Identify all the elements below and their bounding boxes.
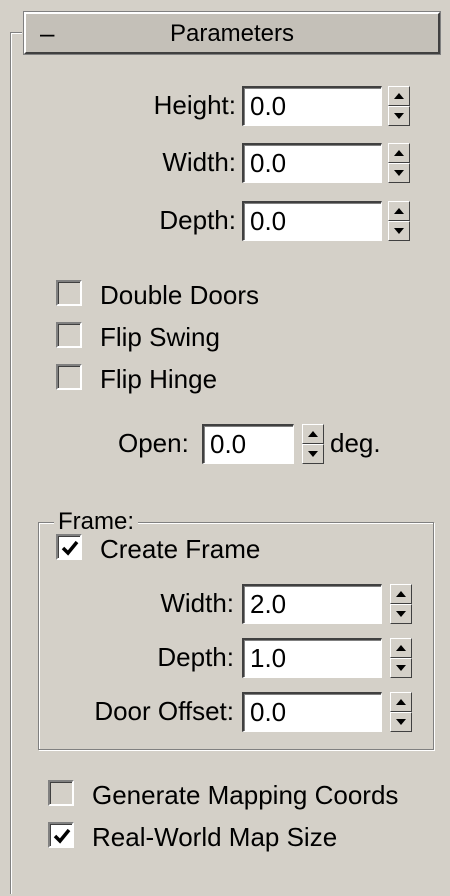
triangle-down-icon (396, 665, 406, 671)
create-frame-label[interactable]: Create Frame (100, 534, 260, 564)
spinner-up-button[interactable] (390, 638, 412, 658)
triangle-up-icon (394, 93, 404, 99)
spinner-up-button[interactable] (388, 201, 410, 221)
create-frame-checkbox[interactable] (56, 534, 82, 560)
double-doors-label[interactable]: Double Doors (100, 280, 259, 310)
frame-depth-spinner[interactable] (390, 638, 412, 678)
spinner-down-button[interactable] (302, 444, 324, 464)
height-field[interactable] (242, 86, 382, 126)
spinner-up-button[interactable] (390, 692, 412, 712)
door-offset-spinner[interactable] (390, 692, 412, 732)
flip-hinge-checkbox[interactable] (56, 364, 82, 390)
open-spinner[interactable] (302, 424, 324, 464)
triangle-down-icon (396, 719, 406, 725)
spinner-up-button[interactable] (388, 143, 410, 163)
frame-width-label: Width: (160, 588, 234, 618)
frame-width-spinner[interactable] (390, 584, 412, 624)
width-label: Width: (162, 147, 236, 177)
double-doors-checkbox[interactable] (56, 280, 82, 306)
spinner-down-button[interactable] (388, 106, 410, 126)
flip-swing-checkbox[interactable] (56, 322, 82, 348)
rollout-header-parameters[interactable]: – Parameters (23, 11, 441, 55)
triangle-up-icon (396, 591, 406, 597)
spinner-down-button[interactable] (390, 658, 412, 678)
flip-hinge-label[interactable]: Flip Hinge (100, 364, 217, 394)
triangle-up-icon (394, 150, 404, 156)
real-world-map-size-label[interactable]: Real-World Map Size (92, 822, 337, 852)
frame-depth-label: Depth: (157, 642, 234, 672)
triangle-up-icon (308, 431, 318, 437)
checkmark-icon (61, 540, 79, 556)
door-offset-label: Door Offset: (94, 696, 234, 726)
generate-mapping-coords-checkbox[interactable] (48, 780, 74, 806)
triangle-up-icon (396, 699, 406, 705)
width-spinner[interactable] (388, 143, 410, 183)
triangle-down-icon (394, 113, 404, 119)
spinner-up-button[interactable] (390, 584, 412, 604)
rollout-title: Parameters (169, 20, 295, 47)
spinner-up-button[interactable] (302, 424, 324, 444)
triangle-down-icon (394, 170, 404, 176)
generate-mapping-coords-label[interactable]: Generate Mapping Coords (92, 780, 398, 810)
width-field[interactable] (242, 143, 382, 183)
checkmark-icon (53, 828, 71, 844)
depth-label: Depth: (159, 205, 236, 235)
frame-width-field[interactable] (242, 584, 382, 624)
spinner-down-button[interactable] (388, 163, 410, 183)
triangle-up-icon (394, 208, 404, 214)
spinner-down-button[interactable] (388, 221, 410, 241)
height-label: Height: (153, 90, 236, 120)
frame-group-title: Frame: (54, 508, 139, 536)
open-field[interactable] (202, 424, 294, 464)
open-label: Open: (118, 428, 189, 458)
door-offset-field[interactable] (242, 692, 382, 732)
rollout-frame (10, 32, 22, 894)
real-world-map-size-checkbox[interactable] (48, 822, 74, 848)
triangle-up-icon (396, 645, 406, 651)
spinner-up-button[interactable] (388, 86, 410, 106)
height-spinner[interactable] (388, 86, 410, 126)
triangle-down-icon (396, 611, 406, 617)
open-unit-label: deg. (330, 428, 381, 458)
frame-depth-field[interactable] (242, 638, 382, 678)
flip-swing-label[interactable]: Flip Swing (100, 322, 220, 352)
depth-field[interactable] (242, 201, 382, 241)
spinner-down-button[interactable] (390, 712, 412, 732)
triangle-down-icon (394, 228, 404, 234)
depth-spinner[interactable] (388, 201, 410, 241)
spinner-down-button[interactable] (390, 604, 412, 624)
triangle-down-icon (308, 451, 318, 457)
